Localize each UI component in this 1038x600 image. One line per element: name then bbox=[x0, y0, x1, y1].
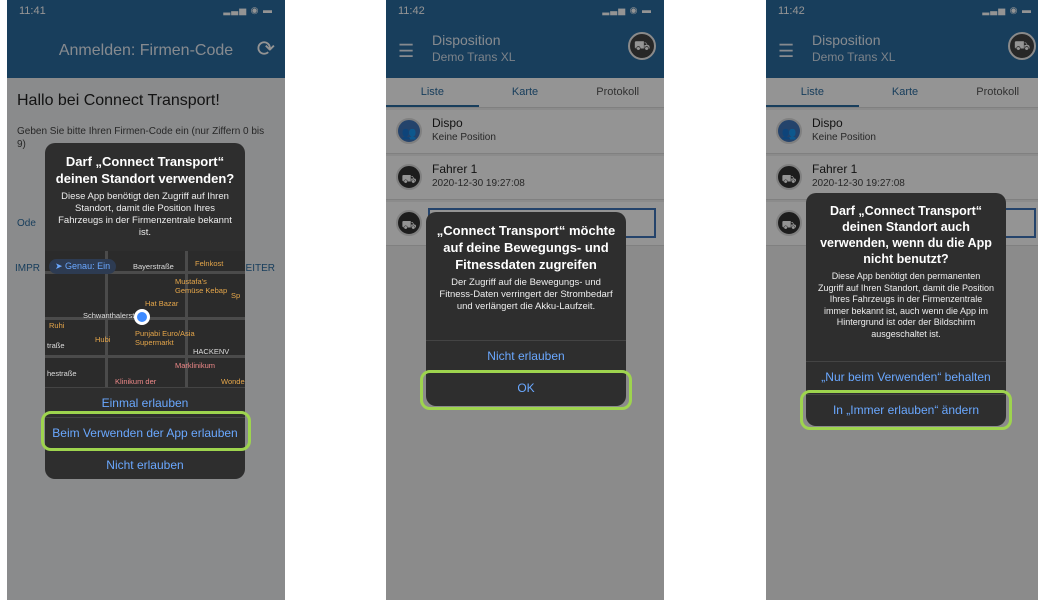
alert-body: Diese App benötigt den Zugriff auf Ihren… bbox=[58, 191, 232, 238]
alert-title: Darf „Connect Transport“ deinen Standort… bbox=[55, 154, 235, 186]
alert-body: Diese App benötigt den permanenten Zugri… bbox=[818, 271, 994, 339]
alert-title: Darf „Connect Transport“ deinen Standort… bbox=[820, 204, 992, 266]
alert-title: „Connect Transport“ möchte auf deine Bew… bbox=[436, 223, 616, 272]
map-place: Ruhi bbox=[49, 321, 65, 330]
map-place: Punjabi Euro/Asia Supermarkt bbox=[135, 329, 195, 347]
map-place: Sp bbox=[231, 291, 241, 300]
phone-screen-login: 11:41 ▂▃▅ ◉ ▬ Anmelden: Firmen-Code ⟳ Ha… bbox=[7, 0, 285, 600]
map-street: Schwanthalerstr. bbox=[83, 311, 139, 320]
deny-button[interactable]: Nicht erlauben bbox=[426, 340, 626, 371]
map-place: Klinikum der bbox=[115, 377, 157, 386]
current-location-pin bbox=[134, 309, 150, 325]
phone-screen-always-location: 11:42 ▂▃▅ ◉ ▬ ☰ Disposition Demo Trans X… bbox=[766, 0, 1038, 600]
map-street: HACKENV bbox=[193, 347, 230, 356]
map-street: traße bbox=[47, 341, 65, 350]
map-street: hestraße bbox=[47, 369, 77, 378]
map-street: Bayerstraße bbox=[133, 262, 174, 271]
map-place: Wonde bbox=[221, 377, 245, 386]
map-place: Hat Bazar bbox=[145, 299, 179, 308]
map-place: Mustafa's Gemüse Kebap bbox=[175, 277, 228, 295]
location-map: ➤ Genau: Ein Bayerstraße Schwanthalerstr… bbox=[45, 251, 245, 387]
location-arrow-icon: ➤ bbox=[55, 261, 66, 271]
precise-location-toggle[interactable]: ➤ Genau: Ein bbox=[49, 259, 117, 274]
highlight-frame bbox=[800, 390, 1012, 430]
keep-while-using-button[interactable]: „Nur beim Verwenden“ behalten bbox=[806, 361, 1006, 392]
highlight-frame bbox=[420, 370, 632, 410]
phone-screen-fitness: 11:42 ▂▃▅ ◉ ▬ ☰ Disposition Demo Trans X… bbox=[386, 0, 664, 600]
map-place: Hubi bbox=[95, 335, 111, 344]
highlight-frame bbox=[41, 411, 251, 451]
alert-body: Der Zugriff auf die Bewegungs- und Fitne… bbox=[439, 277, 613, 312]
map-place: Marklinikum bbox=[175, 361, 216, 370]
deny-button[interactable]: Nicht erlauben bbox=[45, 449, 245, 479]
map-place: Felnkost bbox=[195, 259, 224, 268]
